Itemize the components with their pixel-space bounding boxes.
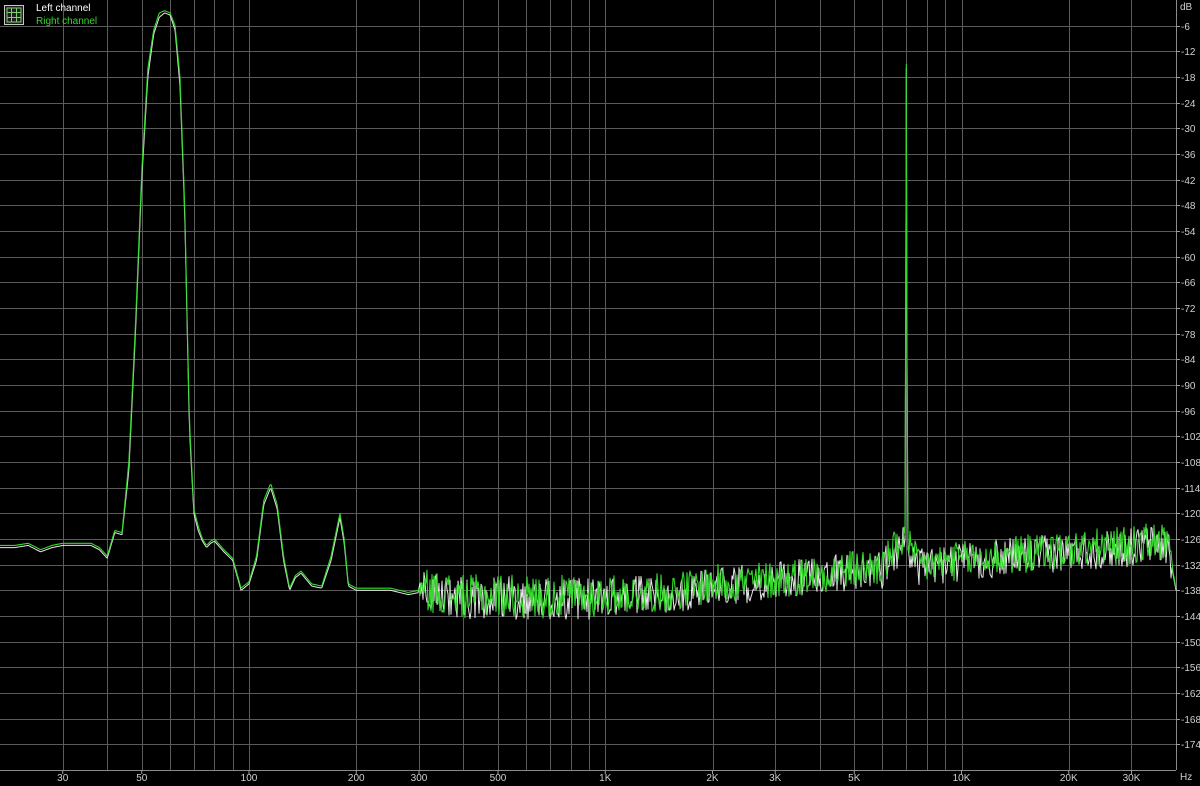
y-tick-label: -36: [1181, 150, 1196, 161]
y-tick-label: -12: [1181, 47, 1196, 58]
legend-right-channel: Right channel: [36, 16, 98, 27]
legend-left-channel: Left channel: [36, 3, 91, 14]
y-tick-label: -54: [1181, 227, 1196, 238]
y-tick-label: -168: [1181, 715, 1200, 726]
y-tick-label: -30: [1181, 124, 1196, 135]
y-tick-label: -138: [1181, 586, 1200, 597]
y-tick-label: -6: [1181, 22, 1190, 33]
y-tick-label: -114: [1181, 484, 1200, 495]
y-tick-label: -162: [1181, 689, 1200, 700]
legend-grid-icon[interactable]: [4, 5, 24, 25]
x-tick-label: 2K: [706, 773, 719, 784]
y-tick-label: -90: [1181, 381, 1196, 392]
y-tick-label: -78: [1181, 330, 1196, 341]
y-tick-label: -60: [1181, 253, 1196, 264]
y-tick-label: -150: [1181, 638, 1200, 649]
y-tick-label: -144: [1181, 612, 1200, 623]
y-tick-label: -24: [1181, 99, 1196, 110]
y-tick-label: -132: [1181, 561, 1200, 572]
x-tick-label: 5K: [848, 773, 861, 784]
y-tick-label: -18: [1181, 73, 1196, 84]
y-tick-label: -66: [1181, 278, 1196, 289]
y-tick-label: -156: [1181, 663, 1200, 674]
x-tick-label: 3K: [769, 773, 782, 784]
y-tick-label: -108: [1181, 458, 1200, 469]
y-tick-label: -84: [1181, 355, 1196, 366]
y-tick-label: -174: [1181, 740, 1200, 751]
x-tick-label: 30: [57, 773, 69, 784]
x-tick-label: 30K: [1123, 773, 1141, 784]
y-tick-label: -126: [1181, 535, 1200, 546]
y-axis-unit: dB: [1180, 2, 1193, 13]
x-tick-label: 200: [348, 773, 365, 784]
y-tick-label: -48: [1181, 201, 1196, 212]
x-tick-label: 10K: [953, 773, 971, 784]
y-tick-label: -96: [1181, 407, 1196, 418]
y-tick-label: -120: [1181, 509, 1200, 520]
y-tick-label: -72: [1181, 304, 1196, 315]
x-axis-unit: Hz: [1180, 772, 1193, 783]
x-tick-label: 100: [241, 773, 258, 784]
y-tick-label: -102: [1181, 432, 1200, 443]
x-tick-label: 500: [490, 773, 507, 784]
x-tick-label: 1K: [599, 773, 612, 784]
plot-background: [0, 0, 1200, 786]
y-tick-label: -42: [1181, 176, 1196, 187]
x-tick-label: 20K: [1060, 773, 1078, 784]
x-tick-label: 300: [411, 773, 428, 784]
x-tick-label: 50: [136, 773, 148, 784]
spectrum-chart: 30 50 100 200 300 500 1K 2K 3K 5K 10K 20K 30K -6 -12 -…: [0, 0, 1200, 786]
